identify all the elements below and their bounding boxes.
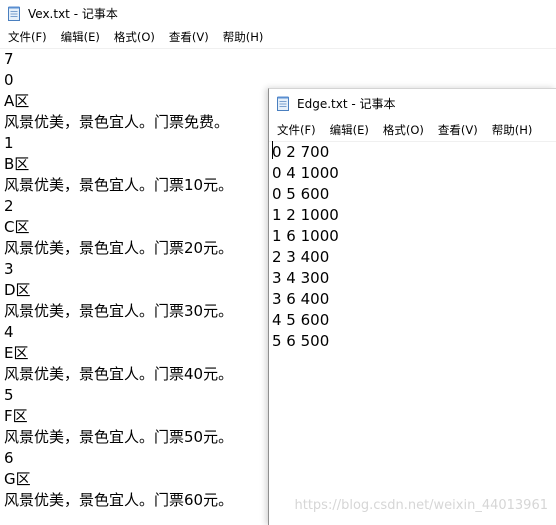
menu-edit[interactable]: 编辑(E) [323, 119, 376, 141]
text-line: 1 6 1000 [272, 227, 339, 245]
text-line: 2 3 400 [272, 248, 330, 266]
text-editor-area[interactable]: 0 2 700 0 4 1000 0 5 600 1 2 1000 1 6 1000 2 … [269, 142, 556, 525]
menu-view[interactable]: 查看(V) [431, 119, 485, 141]
notepad-icon [277, 96, 290, 111]
text-line: 3 4 300 [272, 269, 330, 287]
text-line: 4 5 600 [272, 311, 330, 329]
title-bar[interactable]: Vex.txt - 记事本 [0, 0, 556, 26]
text-line: 5 6 500 [272, 332, 330, 350]
menu-format[interactable]: 格式(O) [376, 119, 431, 141]
window-title: Edge.txt - 记事本 [297, 96, 396, 111]
menu-file[interactable]: 文件(F) [0, 26, 54, 48]
menu-bar: 文件(F) 编辑(E) 格式(O) 查看(V) 帮助(H) [0, 26, 556, 49]
text-line: 0 5 600 [272, 185, 330, 203]
menu-bar: 文件(F) 编辑(E) 格式(O) 查看(V) 帮助(H) [269, 119, 556, 142]
text-line: 3 6 400 [272, 290, 330, 308]
menu-edit[interactable]: 编辑(E) [54, 26, 107, 48]
menu-file[interactable]: 文件(F) [269, 119, 323, 141]
menu-format[interactable]: 格式(O) [107, 26, 162, 48]
menu-view[interactable]: 查看(V) [162, 26, 216, 48]
text-caret [272, 141, 273, 159]
notepad-window-edge[interactable]: Edge.txt - 记事本 文件(F) 编辑(E) 格式(O) 查看(V) 帮… [268, 88, 556, 525]
title-bar[interactable]: Edge.txt - 记事本 [269, 89, 556, 117]
menu-help[interactable]: 帮助(H) [485, 119, 540, 141]
text-line: 0 4 1000 [272, 164, 339, 182]
window-title: Vex.txt - 记事本 [28, 6, 118, 21]
text-line: 1 2 1000 [272, 206, 339, 224]
text-line: 7 [4, 50, 14, 68]
notepad-icon [8, 6, 21, 21]
text-line: 0 2 700 [272, 143, 330, 161]
watermark-text: https://blog.csdn.net/weixin_44013961 [294, 498, 548, 513]
menu-help[interactable]: 帮助(H) [216, 26, 271, 48]
